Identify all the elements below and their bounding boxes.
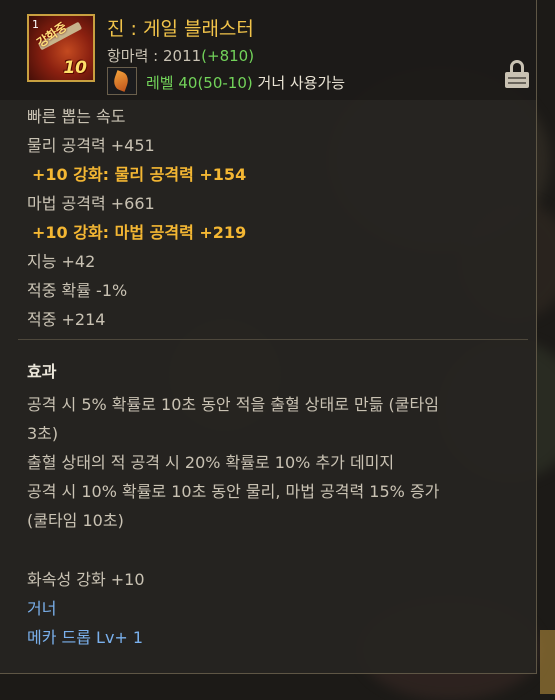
stat-line: 물리 공격력 +451 xyxy=(27,136,155,155)
stat-line: 마법 공격력 +661 xyxy=(27,194,155,213)
stat-line: 빠른 뽑는 속도 xyxy=(27,107,126,126)
icon-count-text: 10 xyxy=(63,58,87,78)
item-name: 진 : 게일 블래스터 xyxy=(107,18,254,40)
effect-line: 공격 시 5% 확률로 10초 동안 적을 출혈 상태로 만듦 (쿨타임 xyxy=(27,395,439,414)
effect-line: 출혈 상태의 적 공격 시 20% 확률로 10% 추가 데미지 xyxy=(27,453,395,472)
resist-label: 항마력 : 2011 xyxy=(107,47,202,65)
element-enhance-line: 화속성 강화 +10 xyxy=(27,570,145,589)
class-requirement: 거너 사용가능 xyxy=(252,74,346,92)
effect-title: 효과 xyxy=(27,362,57,381)
requirement-line: 레벨 40(50-10) 거너 사용가능 xyxy=(146,72,345,93)
enhance-line: +10 강화: 마법 공격력 +219 xyxy=(32,223,247,242)
stat-line: 적중 확률 -1% xyxy=(27,281,128,300)
enhance-line: +10 강화: 물리 공격력 +154 xyxy=(32,165,247,184)
skill-bonus-line: 메카 드롭 Lv+ 1 xyxy=(27,628,144,647)
resist-line: 항마력 : 2011(+810) xyxy=(107,45,254,66)
effect-line: 공격 시 10% 확률로 10초 동안 물리, 마법 공격력 15% 증가 xyxy=(27,482,440,501)
gunner-class-icon xyxy=(107,67,137,95)
resist-bonus: (+810) xyxy=(201,47,255,65)
icon-corner-text: 1 xyxy=(32,18,39,31)
class-label: 거너 xyxy=(27,599,57,618)
item-weapon-icon[interactable]: 1 강화중 10 xyxy=(27,14,95,82)
effect-line: 3초) xyxy=(27,424,59,443)
section-divider xyxy=(18,339,528,340)
background-edge xyxy=(540,630,555,694)
lock-icon[interactable] xyxy=(505,60,529,88)
effect-line: (쿨타임 10초) xyxy=(27,511,124,530)
stat-line: 지능 +42 xyxy=(27,252,96,271)
level-requirement: 레벨 40(50-10) xyxy=(146,74,253,92)
stat-line: 적중 +214 xyxy=(27,310,106,329)
item-tooltip: 1 강화중 10 진 : 게일 블래스터 항마력 : 2011(+810) 레벨… xyxy=(0,0,537,674)
